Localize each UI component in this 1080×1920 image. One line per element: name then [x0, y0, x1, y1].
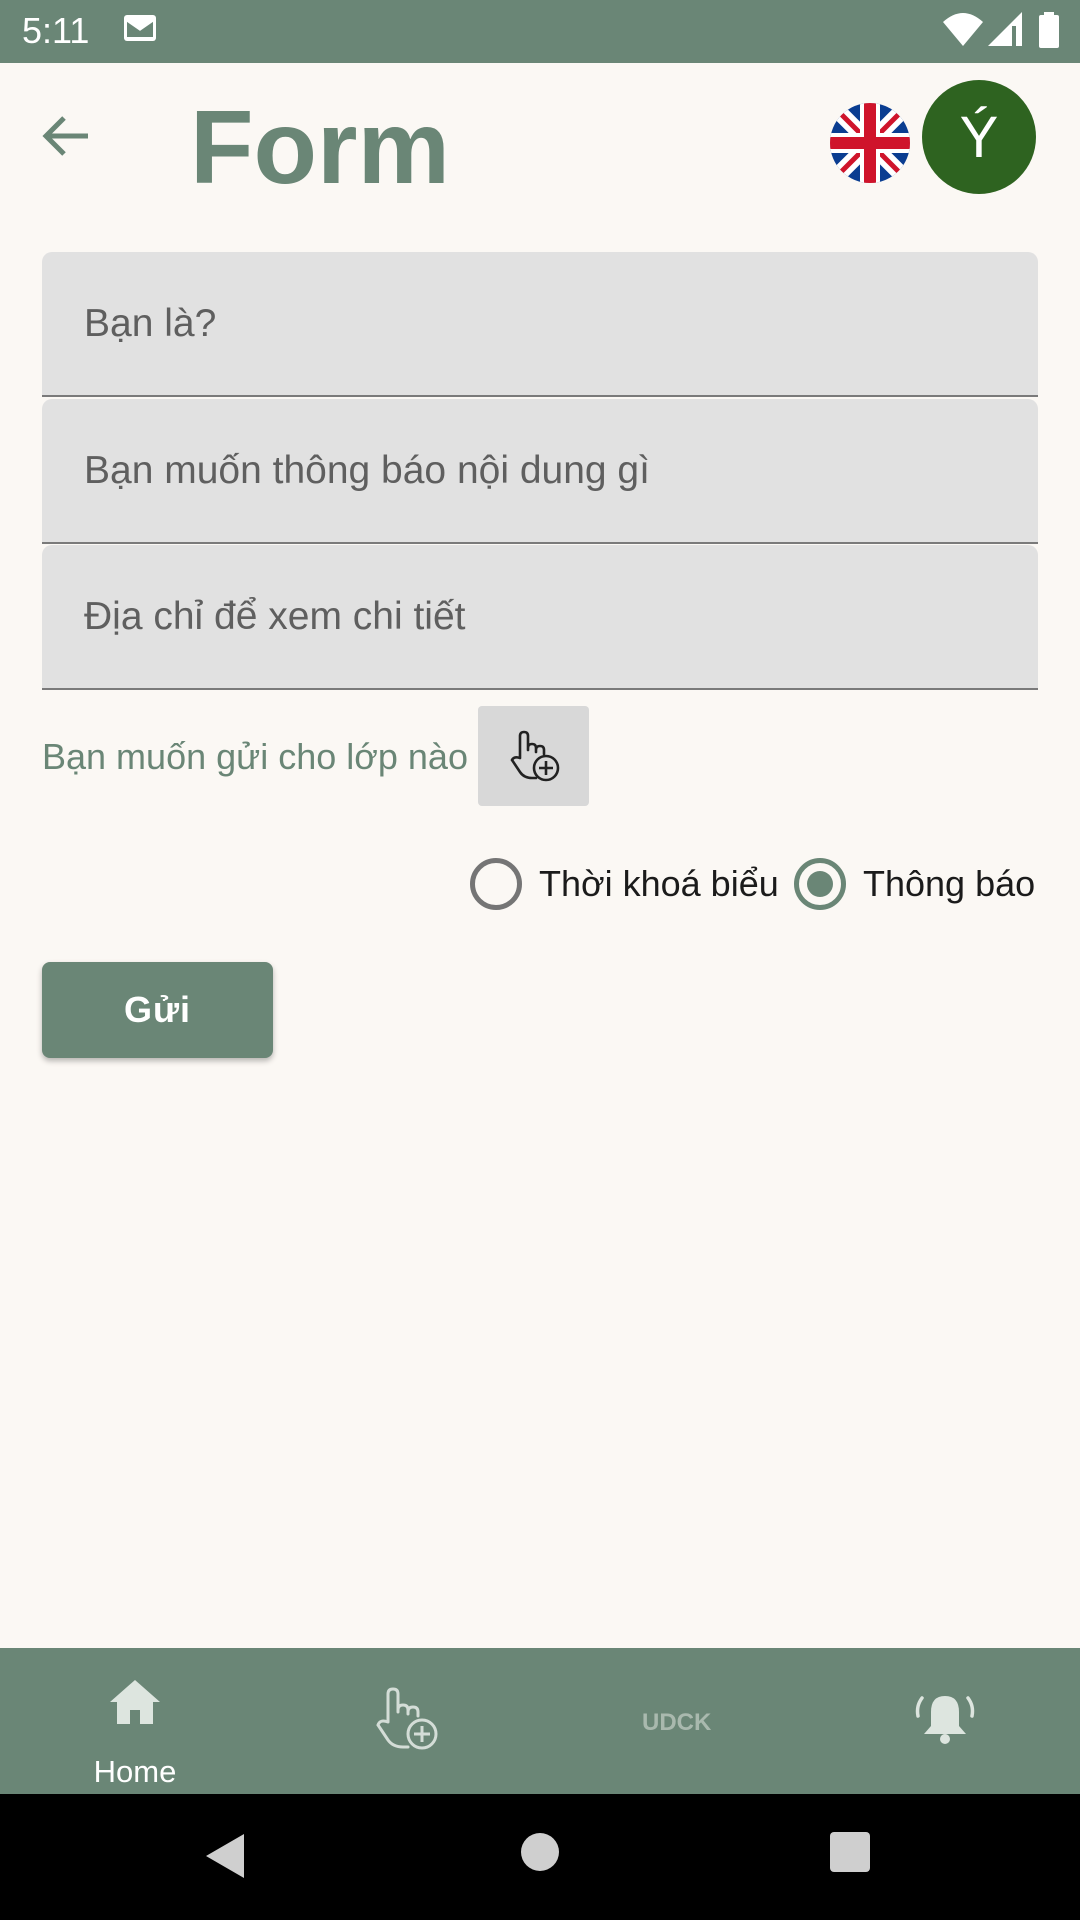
address-field-placeholder: Địa chỉ để xem chi tiết [84, 595, 466, 638]
class-select-label: Bạn muốn gửi cho lớp nào [42, 736, 468, 777]
nav-home-label: Home [93, 1754, 177, 1789]
radio-notification-label: Thông báo [863, 863, 1036, 904]
bottom-nav: Home UDCK [0, 1648, 1080, 1794]
select-class-button[interactable] [478, 706, 589, 806]
avatar-letter: Ý [959, 104, 999, 170]
nav-notifications[interactable] [810, 1648, 1080, 1794]
back-triangle-icon[interactable] [206, 1834, 246, 1878]
nav-home[interactable]: Home [0, 1648, 270, 1794]
home-icon [110, 1680, 160, 1724]
name-field-placeholder: Bạn là? [84, 302, 217, 345]
udck-logo-text: UDCK [642, 1709, 712, 1736]
system-nav-bar [0, 1794, 1080, 1920]
screen: 5:11 Form Ý Bạn là? Bạn muốn thông báo n… [0, 0, 1080, 1920]
radio-circle-checked [794, 858, 846, 910]
content-field-placeholder: Bạn muốn thông báo nội dung gì [84, 449, 650, 492]
radio-timetable-label: Thời khoá biểu [539, 863, 779, 904]
udck-logo-icon: UDCK [642, 1709, 712, 1736]
back-button[interactable] [38, 108, 106, 164]
hand-pointer-plus-icon [376, 1687, 438, 1750]
arrow-left-icon [42, 116, 88, 156]
nav-udck[interactable]: UDCK [540, 1648, 810, 1794]
name-field[interactable]: Bạn là? [42, 252, 1038, 397]
submit-button[interactable]: Gửi [42, 962, 273, 1058]
bell-ringing-icon [915, 1696, 975, 1744]
radio-circle [470, 858, 522, 910]
uk-flag-icon [830, 103, 910, 183]
signal-icon [988, 12, 1022, 46]
recents-square-icon[interactable] [830, 1832, 870, 1872]
wifi-icon [943, 13, 983, 46]
radio-dot [807, 871, 833, 897]
avatar[interactable]: Ý [922, 80, 1036, 194]
home-circle-icon[interactable] [520, 1832, 560, 1872]
radio-notification[interactable]: Thông báo [794, 856, 1035, 912]
radio-timetable[interactable]: Thời khoá biểu [470, 856, 779, 912]
battery-icon [1039, 12, 1059, 48]
content-field[interactable]: Bạn muốn thông báo nội dung gì [42, 399, 1038, 544]
language-button[interactable] [830, 103, 910, 183]
status-bar: 5:11 [0, 0, 1080, 63]
hand-pointer-plus-icon [509, 730, 559, 782]
mail-icon [124, 15, 156, 41]
address-field[interactable]: Địa chỉ để xem chi tiết [42, 545, 1038, 690]
nav-select-class[interactable] [270, 1648, 540, 1794]
page-title: Form [190, 90, 450, 206]
status-time: 5:11 [22, 10, 90, 51]
